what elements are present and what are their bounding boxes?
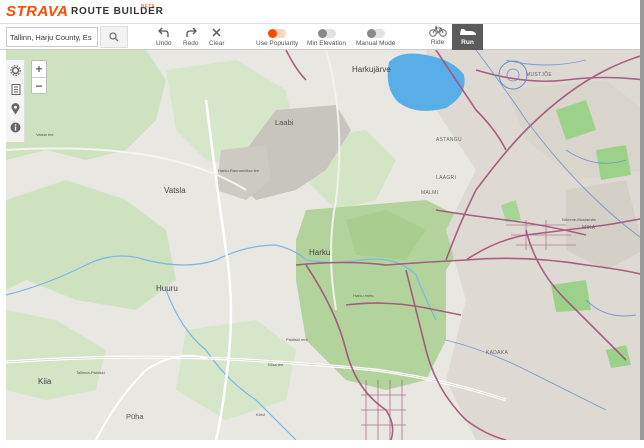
window-edge (640, 0, 644, 448)
map-label-harkujarve: Harkujärve (352, 65, 391, 74)
route-builder-app: STRAVA ROUTE BUILDER BETA Tallinn, Harju… (0, 0, 644, 448)
location-pin-icon (11, 102, 20, 114)
zoom-out-button[interactable]: − (32, 78, 46, 94)
map-label-harku-rannamoisa: Harku-Rannamõisa tee (218, 168, 260, 173)
undo-button[interactable]: Undo (156, 25, 172, 47)
run-label: Run (461, 39, 474, 46)
toolbar: Tallinn, Harju County, Es Undo Redo Clea… (0, 24, 644, 50)
min-elevation-switch[interactable] (317, 29, 336, 38)
map-label-tallinna-paldiski: Tallinna-Paldiski (76, 370, 105, 375)
min-elevation-toggle[interactable]: Min Elevation (307, 25, 346, 47)
map-label-huuru: Huuru (156, 284, 178, 293)
search-icon (109, 32, 119, 42)
map-label-vatsla-tee: Vatsla tee (36, 132, 54, 137)
beta-badge: BETA (141, 4, 155, 10)
map-label-kiia: Kiia (38, 377, 52, 386)
run-button[interactable]: Run (452, 24, 483, 50)
map-label-paldiski-mnt: Paldiski mnt (286, 337, 308, 342)
clear-label: Clear (209, 40, 225, 47)
zoom-in-button[interactable]: + (32, 61, 46, 77)
map-label-mika: MIKA (582, 225, 596, 231)
search-button[interactable] (100, 26, 128, 48)
clear-button[interactable]: Clear (209, 25, 225, 47)
map-label-puha: Püha (126, 412, 144, 421)
map-side-panel (6, 60, 25, 142)
bike-icon (428, 24, 447, 38)
details-button[interactable] (8, 82, 23, 97)
min-elevation-label: Min Elevation (307, 40, 347, 47)
zoom-control: + − (31, 60, 47, 94)
header-bar: STRAVA ROUTE BUILDER BETA (0, 0, 644, 24)
map-label-laagri: LAAGRI (436, 175, 457, 181)
ride-button[interactable]: Ride (422, 24, 453, 50)
map-label-harku-mets: Harku mets (353, 293, 374, 298)
map-label-korvi: Kõrvi (256, 412, 266, 417)
use-popularity-toggle[interactable]: Use Popularity (256, 25, 298, 47)
location-button[interactable] (8, 101, 23, 116)
map-label-nomme-mustamae: Nõmme-Mustamäe (562, 217, 597, 222)
strava-logo[interactable]: STRAVA (6, 3, 68, 20)
manual-mode-label: Manual Mode (356, 40, 396, 47)
map-label-laabi: Laabi (275, 118, 294, 127)
redo-icon (185, 25, 197, 39)
use-popularity-label: Use Popularity (256, 40, 299, 47)
map-label-kadaka: KADAKA (486, 350, 509, 356)
shoe-icon (459, 24, 477, 38)
redo-label: Redo (183, 40, 199, 47)
close-icon (211, 25, 222, 39)
manual-mode-toggle[interactable]: Manual Mode (356, 25, 395, 47)
manual-mode-switch[interactable] (366, 29, 385, 38)
undo-label: Undo (156, 40, 172, 47)
map-graphic (6, 50, 644, 440)
map-label-rail-tee: Kiisa tee (268, 362, 284, 367)
undo-icon (157, 25, 170, 39)
map-label-malmi: MALMI (421, 190, 439, 196)
use-popularity-switch[interactable] (268, 29, 287, 38)
document-icon (11, 84, 20, 95)
window-bottom-edge (0, 440, 644, 448)
ride-label: Ride (430, 39, 445, 46)
info-icon (10, 122, 21, 133)
map-canvas[interactable]: Harkujärve Laabi Vatsla Harku Huuru Kiia… (6, 50, 644, 440)
settings-button[interactable] (8, 63, 23, 78)
map-label-harku: Harku (309, 248, 331, 257)
info-button[interactable] (8, 120, 23, 135)
map-label-mustjoe: MUSTJÕE (526, 72, 552, 78)
gear-icon (10, 65, 21, 76)
redo-button[interactable]: Redo (183, 25, 199, 47)
location-search-input[interactable]: Tallinn, Harju County, Es (6, 27, 98, 47)
map-label-vatsla: Vatsla (164, 186, 186, 195)
map-label-astangu: ASTANGU (436, 137, 462, 143)
